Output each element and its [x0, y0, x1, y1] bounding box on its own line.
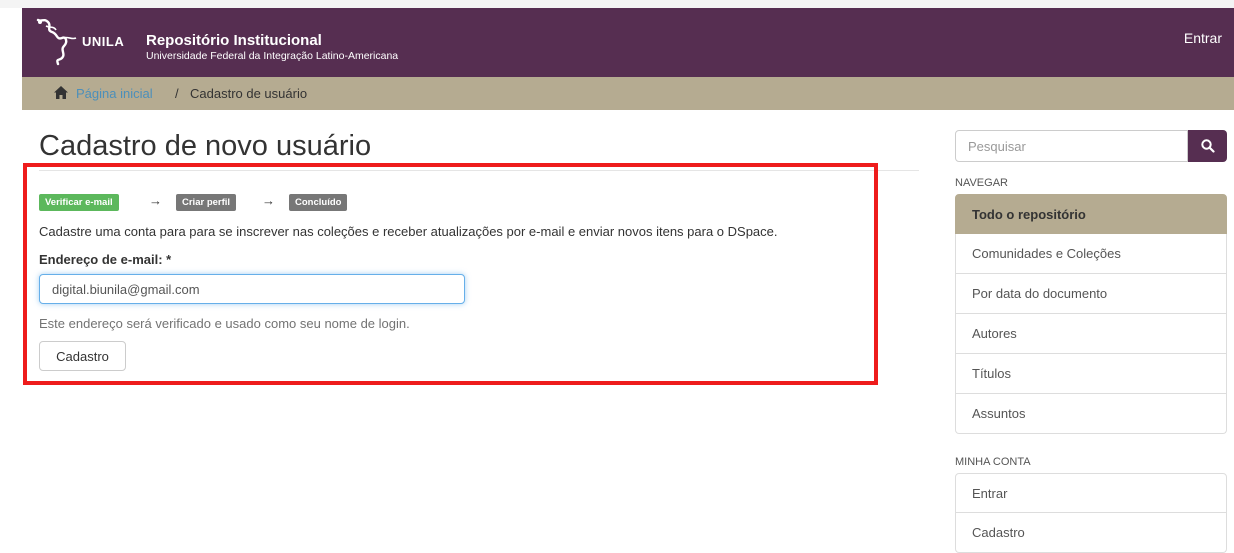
navigate-list: Todo o repositório Comunidades e Coleçõe…: [955, 194, 1227, 434]
step-create-profile: Criar perfil: [176, 194, 237, 211]
site-subtitle: Universidade Federal da Integração Latin…: [146, 50, 399, 62]
breadcrumb-separator: /: [175, 86, 179, 101]
email-field[interactable]: [39, 274, 465, 304]
step-arrow: →: [262, 193, 275, 208]
home-icon[interactable]: [54, 86, 68, 99]
page-title: Cadastro de novo usuário: [39, 130, 372, 162]
nav-item-by-date[interactable]: Por data do documento: [955, 274, 1227, 314]
navigate-heading: NAVEGAR: [955, 177, 1008, 189]
site-header: UNILA Repositório Institucional Universi…: [22, 8, 1234, 77]
email-help-text: Este endereço será verificado e usado co…: [39, 316, 410, 331]
search-icon: [1201, 139, 1215, 153]
account-item-login[interactable]: Entrar: [955, 473, 1227, 513]
top-strip: [0, 0, 1234, 8]
breadcrumb-current: Cadastro de usuário: [190, 86, 308, 101]
step-arrow: →: [149, 193, 162, 208]
email-label: Endereço de e-mail: *: [39, 252, 172, 267]
account-item-register[interactable]: Cadastro: [955, 513, 1227, 553]
nav-item-all-repository[interactable]: Todo o repositório: [955, 194, 1227, 234]
nav-item-communities[interactable]: Comunidades e Coleções: [955, 234, 1227, 274]
search-button[interactable]: [1188, 130, 1227, 162]
breadcrumb-home-link[interactable]: Página inicial: [76, 86, 153, 101]
logo-text: UNILA: [82, 34, 125, 49]
my-account-heading: MINHA CONTA: [955, 456, 1031, 468]
site-title[interactable]: Repositório Institucional: [146, 32, 322, 49]
nav-item-titles[interactable]: Títulos: [955, 354, 1227, 394]
breadcrumb: Página inicial / Cadastro de usuário: [22, 77, 1234, 110]
nav-item-subjects[interactable]: Assuntos: [955, 394, 1227, 434]
header-login-link[interactable]: Entrar: [1184, 30, 1222, 46]
register-button[interactable]: Cadastro: [39, 341, 126, 371]
step-completed: Concluído: [289, 194, 348, 211]
intro-text: Cadastre uma conta para para se inscreve…: [39, 224, 778, 239]
step-verify-email: Verificar e-mail: [39, 194, 119, 211]
search-input[interactable]: [955, 130, 1188, 162]
account-list: Entrar Cadastro: [955, 473, 1227, 553]
nav-item-authors[interactable]: Autores: [955, 314, 1227, 354]
